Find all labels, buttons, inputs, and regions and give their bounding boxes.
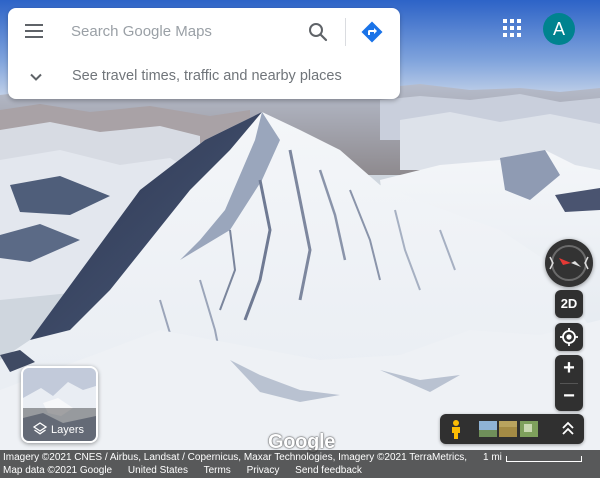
compass-button[interactable] bbox=[545, 239, 593, 287]
zoom-controls: + − bbox=[555, 355, 583, 411]
footer-bar: Imagery ©2021 CNES / Airbus, Landsat / C… bbox=[0, 450, 600, 478]
account-avatar[interactable]: A bbox=[543, 13, 575, 45]
directions-button[interactable] bbox=[360, 20, 384, 44]
hamburger-icon bbox=[25, 24, 43, 26]
apps-button[interactable] bbox=[503, 19, 523, 39]
expand-icon[interactable] bbox=[558, 419, 578, 439]
my-location-icon bbox=[560, 328, 578, 346]
search-card: See travel times, traffic and nearby pla… bbox=[8, 8, 400, 99]
my-location-button[interactable] bbox=[555, 323, 583, 351]
compass-icon bbox=[549, 245, 589, 281]
zoom-out-button[interactable]: − bbox=[555, 383, 583, 411]
map-data-credit: Map data ©2021 Google bbox=[3, 465, 113, 476]
travel-hint-row[interactable]: See travel times, traffic and nearby pla… bbox=[8, 58, 400, 96]
street-view-bar bbox=[440, 414, 584, 444]
chevron-down-icon bbox=[30, 73, 42, 81]
layers-icon bbox=[32, 422, 48, 435]
footer-links: Map data ©2021 Google United States Term… bbox=[3, 465, 375, 476]
imagery-thumbnail-3[interactable] bbox=[520, 421, 538, 437]
privacy-link[interactable]: Privacy bbox=[247, 465, 280, 476]
search-icon bbox=[309, 23, 328, 42]
search-button[interactable] bbox=[306, 20, 330, 44]
scale-bar bbox=[506, 456, 582, 462]
zoom-in-button[interactable]: + bbox=[555, 355, 583, 383]
layers-button[interactable]: Layers bbox=[21, 366, 98, 443]
travel-hint-text: See travel times, traffic and nearby pla… bbox=[72, 68, 342, 84]
search-bar bbox=[8, 8, 400, 54]
send-feedback-link[interactable]: Send feedback bbox=[295, 465, 362, 476]
terms-link[interactable]: Terms bbox=[204, 465, 231, 476]
search-input[interactable] bbox=[64, 19, 301, 43]
imagery-thumbnail-1[interactable] bbox=[479, 421, 497, 437]
layers-label: Layers bbox=[51, 424, 85, 436]
imagery-attribution: Imagery ©2021 CNES / Airbus, Landsat / C… bbox=[3, 452, 468, 463]
menu-button[interactable] bbox=[22, 20, 46, 42]
imagery-thumbnail-2[interactable] bbox=[499, 421, 517, 437]
pegman-icon[interactable] bbox=[448, 419, 464, 439]
2d-toggle-button[interactable]: 2D bbox=[555, 290, 583, 318]
search-divider bbox=[345, 18, 346, 46]
scale-label[interactable]: 1 mi bbox=[483, 452, 502, 463]
directions-icon bbox=[361, 21, 383, 43]
region-link[interactable]: United States bbox=[128, 465, 188, 476]
